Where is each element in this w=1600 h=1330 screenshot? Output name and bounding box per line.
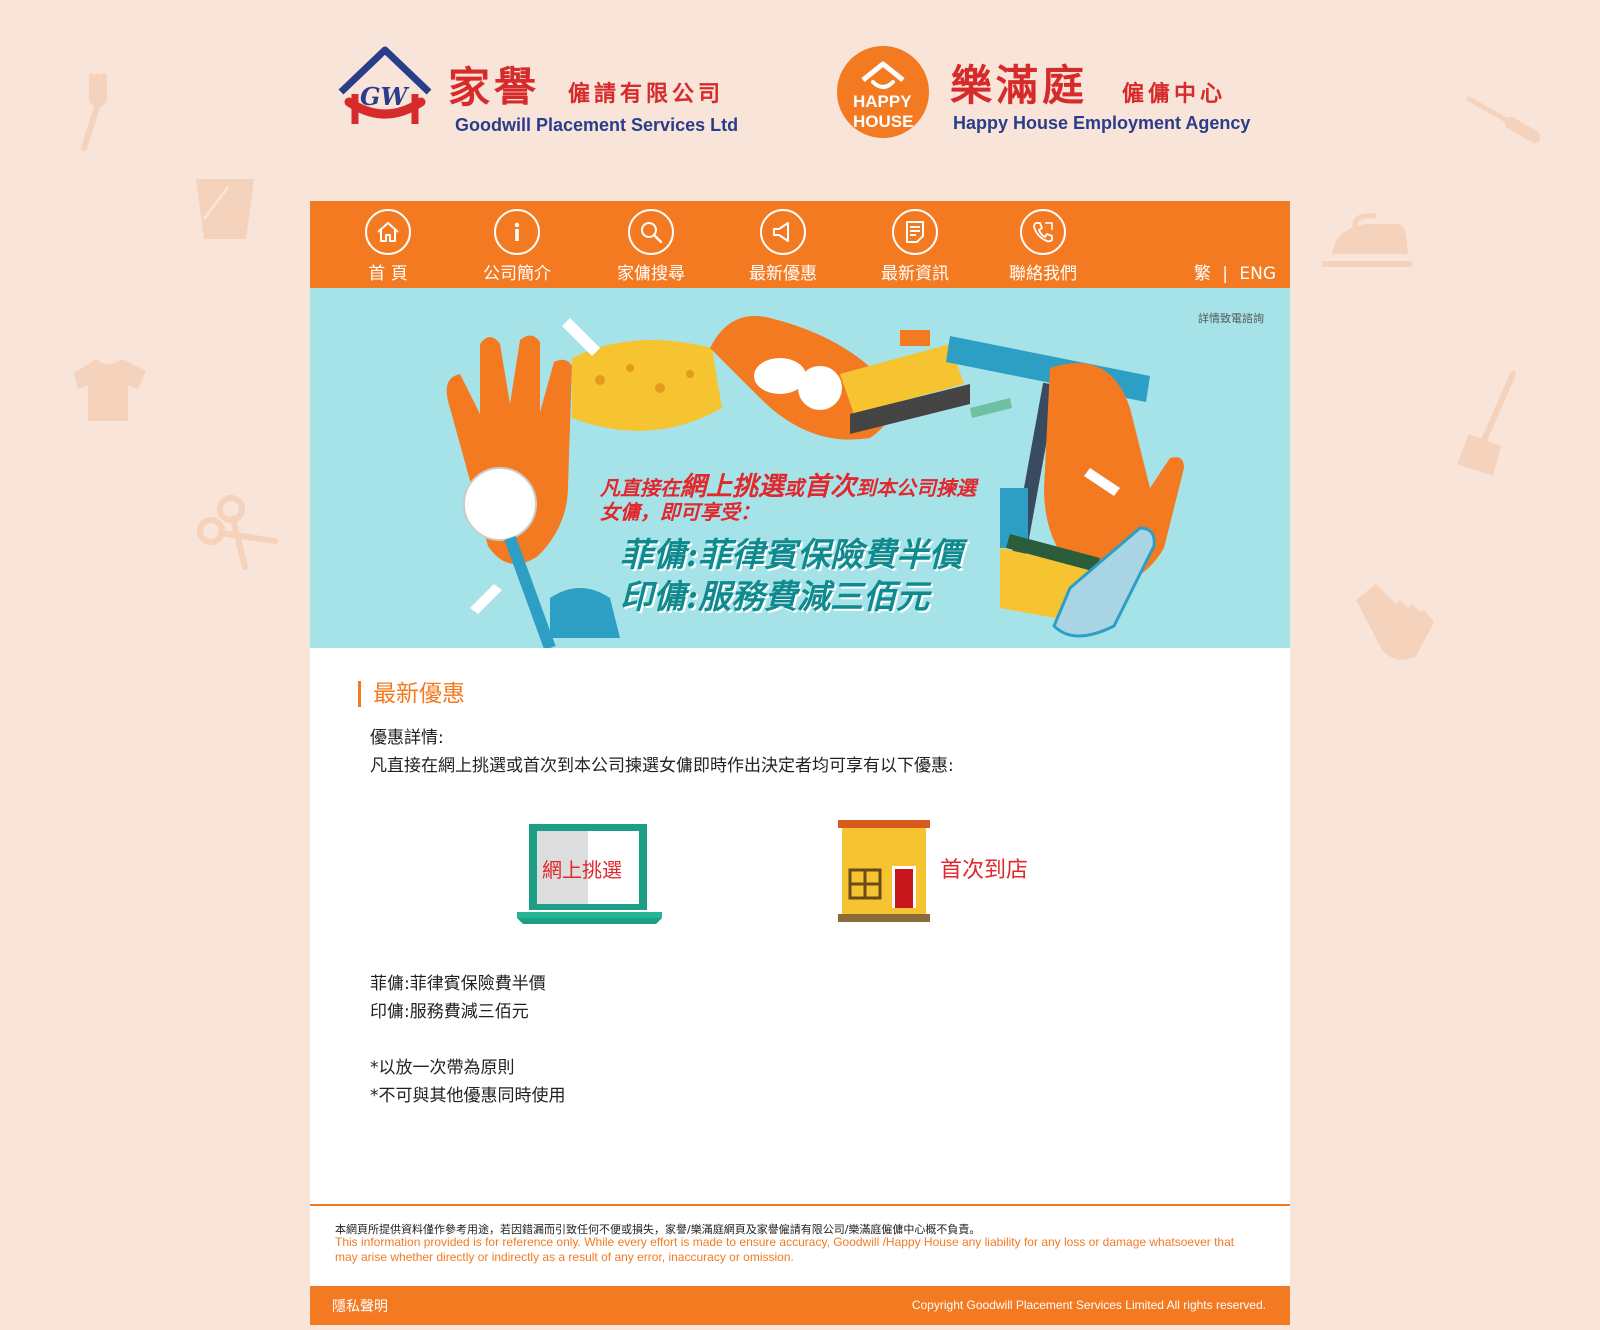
goodwill-logo-initials: GW xyxy=(360,82,408,111)
privacy-link[interactable]: 隱私聲明 xyxy=(332,1296,388,1316)
lang-separator: | xyxy=(1222,264,1228,284)
note-no-combine: *不可與其他優惠同時使用 xyxy=(370,1086,566,1106)
info-icon xyxy=(494,209,540,255)
bucket-icon xyxy=(196,179,254,239)
news-icon xyxy=(892,209,938,255)
goodwill-en-name: Goodwill Placement Services Ltd xyxy=(455,115,739,135)
banner-line-1e: 到本公司揀選 xyxy=(856,476,977,500)
scissors-icon xyxy=(197,495,278,570)
nav-home[interactable]: 首 頁 xyxy=(333,209,443,284)
main-panel: 首 頁 公司簡介 家傭搜尋 最新優惠 最新資訊 聯絡我們 繁 | ENG 詳情致… xyxy=(310,201,1290,1325)
knife-icon xyxy=(1466,96,1540,143)
happyhouse-logo[interactable]: HAPPY HOUSE 樂滿庭 僱傭中心 Happy House Employm… xyxy=(835,40,1265,150)
nav-news[interactable]: 最新資訊 xyxy=(860,209,970,284)
goodwill-cn-sub: 僱請有限公司 xyxy=(568,81,725,107)
footer-bar: 隱私聲明 Copyright Goodwill Placement Servic… xyxy=(310,1286,1290,1325)
promo-banner[interactable]: 詳情致電諮詢 凡直接在網上挑選或首次到本公司揀選 女傭，即可享受： 菲傭:菲律賓… xyxy=(310,288,1290,648)
banner-line-1c: 或 xyxy=(784,476,805,500)
banner-line-1d: 首次 xyxy=(804,472,857,502)
banner-line-2: 女傭，即可享受： xyxy=(600,500,760,524)
happyhouse-cn-name: 樂滿庭 xyxy=(950,61,1089,110)
main-nav: 首 頁 公司簡介 家傭搜尋 最新優惠 最新資訊 聯絡我們 繁 | ENG xyxy=(310,201,1290,288)
header-logos: GW 家譽 僱請有限公司 Goodwill Placement Services… xyxy=(330,40,1270,150)
nav-about-label: 公司簡介 xyxy=(483,264,551,284)
nav-news-label: 最新資訊 xyxy=(881,264,949,284)
note-one-time: *以放一次帶為原則 xyxy=(370,1058,515,1078)
nav-about[interactable]: 公司簡介 xyxy=(462,209,572,284)
goodwill-logo[interactable]: GW 家譽 僱請有限公司 Goodwill Placement Services… xyxy=(330,40,750,150)
banner-promo-2: 印傭:服務費減三佰元 xyxy=(620,577,930,616)
language-switcher: 繁 | ENG xyxy=(1194,259,1276,284)
megaphone-icon xyxy=(760,209,806,255)
nav-contact[interactable]: 聯絡我們 xyxy=(988,209,1098,284)
lang-english[interactable]: ENG xyxy=(1239,264,1276,284)
nav-search[interactable]: 家傭搜尋 xyxy=(596,209,706,284)
happyhouse-en-name: Happy House Employment Agency xyxy=(953,113,1251,133)
banner-promo-1: 菲傭:菲律賓保險費半價 xyxy=(620,535,963,574)
footer-divider xyxy=(310,1204,1290,1206)
detail-label: 優惠詳情: xyxy=(370,728,444,748)
fork-icon xyxy=(81,73,107,151)
disclaimer-en: This information provided is for referen… xyxy=(335,1235,1235,1264)
broom-icon xyxy=(1457,371,1516,476)
goodwill-cn-name: 家譽 xyxy=(448,63,541,112)
happyhouse-logo-text-1: HAPPY xyxy=(853,92,912,111)
nav-home-label: 首 頁 xyxy=(368,264,408,284)
glove-icon xyxy=(1356,584,1434,660)
copyright-text: Copyright Goodwill Placement Services Li… xyxy=(911,1298,1266,1312)
iron-icon xyxy=(1322,213,1412,267)
phone-icon xyxy=(1020,209,1066,255)
banner-note: 詳情致電諮詢 xyxy=(1198,312,1264,325)
detail-text: 凡直接在網上挑選或首次到本公司揀選女傭即時作出決定者均可享有以下優惠: xyxy=(370,756,954,776)
happyhouse-logo-text-2: HOUSE xyxy=(853,112,914,131)
online-select-label: 網上挑選 xyxy=(542,858,622,882)
offer-indonesian: 印傭:服務費減三佰元 xyxy=(370,1002,529,1022)
home-icon xyxy=(365,209,411,255)
lang-traditional[interactable]: 繁 xyxy=(1194,264,1211,284)
nav-contact-label: 聯絡我們 xyxy=(1009,264,1077,284)
nav-offers[interactable]: 最新優惠 xyxy=(728,209,838,284)
happyhouse-cn-sub: 僱傭中心 xyxy=(1122,81,1227,107)
nav-search-label: 家傭搜尋 xyxy=(617,264,685,284)
offer-filipino: 菲傭:菲律賓保險費半價 xyxy=(370,974,546,994)
section-title: 最新優惠 xyxy=(358,681,465,707)
shirt-icon xyxy=(74,359,146,421)
search-icon xyxy=(628,209,674,255)
nav-offers-label: 最新優惠 xyxy=(749,264,817,284)
first-visit-label: 首次到店 xyxy=(940,858,1029,883)
store-icon xyxy=(838,820,930,922)
